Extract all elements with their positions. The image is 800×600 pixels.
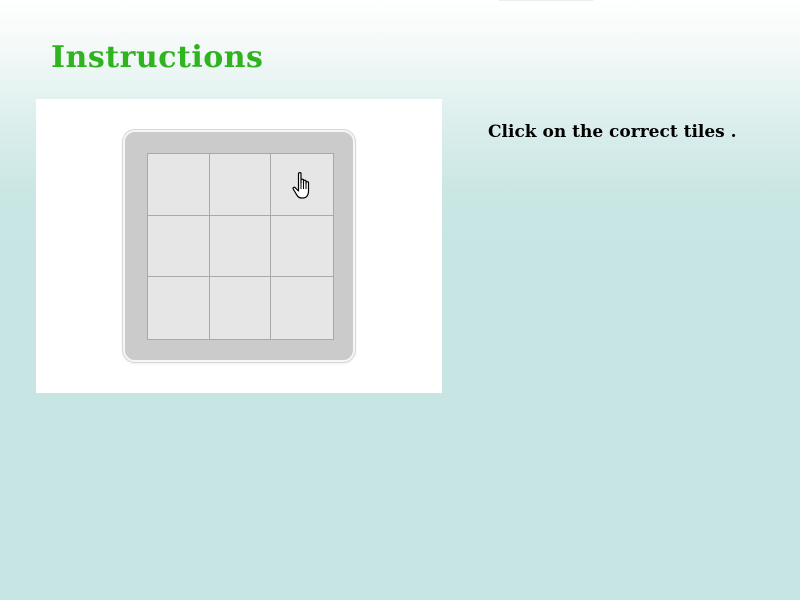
tile-2 (209, 154, 272, 216)
tile-grid (147, 153, 334, 340)
tile-5 (209, 215, 272, 278)
tile-9 (271, 277, 333, 339)
tile-3 (271, 154, 333, 216)
tile-7 (148, 277, 210, 339)
tile-4 (148, 215, 210, 278)
tile-1 (148, 154, 210, 216)
tile-board (123, 130, 355, 362)
top-tab (498, 0, 594, 1)
tile-8 (209, 277, 272, 339)
demo-illustration (36, 99, 442, 393)
hand-pointer-icon (292, 172, 310, 199)
instruction-text: Click on the correct tiles . (488, 122, 737, 142)
page-title: Instructions (51, 40, 264, 75)
tile-6 (271, 215, 333, 278)
